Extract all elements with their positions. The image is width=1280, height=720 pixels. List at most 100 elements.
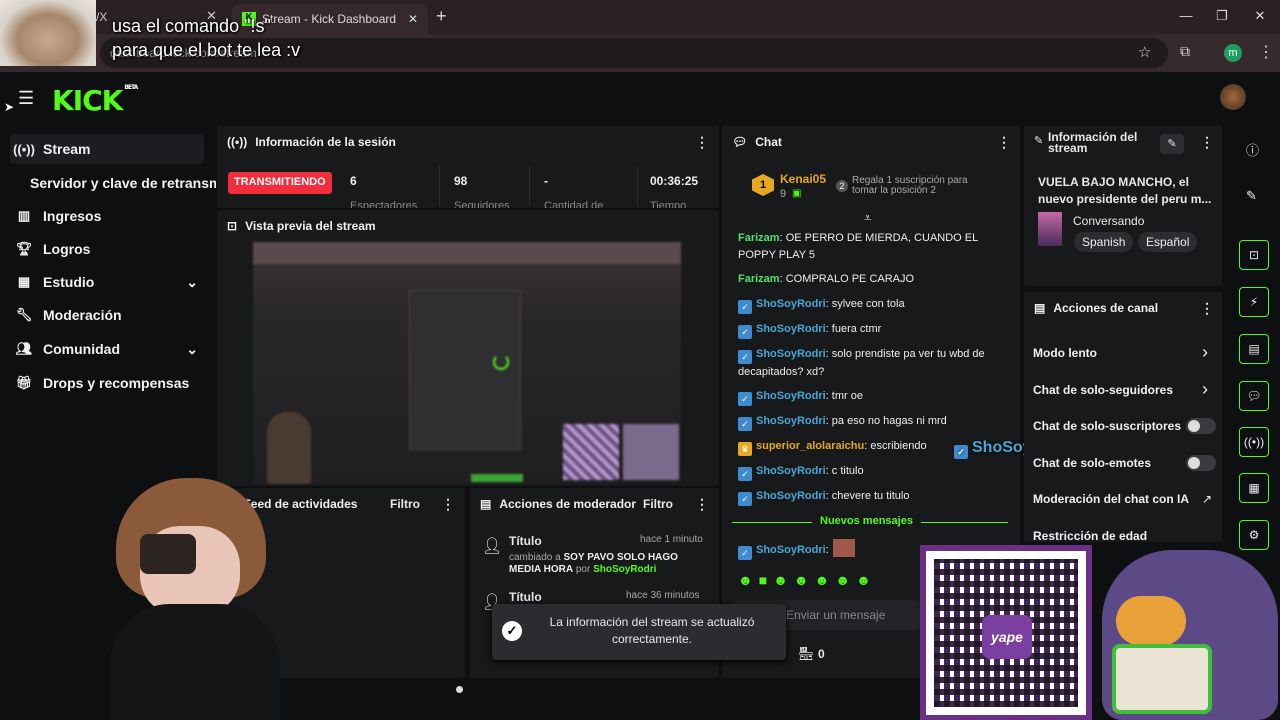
mascot-beak [1116, 596, 1186, 646]
bookmark-star-icon[interactable]: ☆ [1138, 43, 1151, 61]
desc-user[interactable]: ShoSoyRodri [593, 564, 656, 575]
preview-icon: ⊡ [1248, 248, 1260, 262]
followers-only-item[interactable]: Chat de solo-seguidores [1033, 383, 1173, 397]
maximize-icon[interactable]: ❐ [1212, 8, 1232, 24]
age-restriction-item[interactable]: Restricción de edad [1033, 529, 1147, 543]
rail-gear-button[interactable]: ⚙︎ [1239, 520, 1269, 550]
chevron-right-icon[interactable]: › [1202, 342, 1208, 363]
subs-only-item: Chat de solo-suscriptores [1033, 419, 1181, 433]
slow-mode-item[interactable]: Modo lento [1033, 346, 1097, 360]
chat-username[interactable]: ShoSoyRodri [756, 415, 826, 427]
success-toast: ✓ La información del stream se actualizó… [492, 604, 786, 660]
chat-message: ✓ ShoSoyRodri: sylvee con tola [738, 296, 1008, 314]
toast-line-1: La información del stream se actualizó [549, 615, 755, 629]
sidebar-item-stream[interactable]: ((•)) Stream [10, 134, 204, 164]
tag-pill[interactable]: Español [1138, 232, 1198, 252]
chat-username[interactable]: ShoSoyRodri [756, 544, 826, 556]
points-count: 0 [818, 647, 825, 661]
rail-preview-button[interactable]: ⊡ [1239, 240, 1269, 270]
sidebar-item-logros[interactable]: 🏆︎ Logros [10, 234, 204, 264]
rail-stats-button[interactable]: ▦ [1239, 473, 1269, 503]
kick-logo[interactable]: KICK BETA [52, 84, 138, 117]
preview-video[interactable] [253, 242, 681, 484]
sidebar-item-ingresos[interactable]: ▥ Ingresos [10, 201, 204, 231]
vtuber-avatar [100, 478, 290, 720]
sidebar-item-estudio[interactable]: ▦ Estudio ⌄ [10, 267, 204, 297]
overlay-line-1: usa el comando "!s" [112, 16, 271, 36]
emotes-only-toggle[interactable] [1186, 455, 1216, 471]
desc-prefix: cambiado a [509, 552, 561, 563]
category-name[interactable]: Conversando [1073, 214, 1144, 228]
hamburger-menu-icon[interactable]: ☰ [18, 88, 34, 109]
verified-badge-icon: ✓ [954, 445, 968, 459]
divider [529, 166, 530, 206]
chat-username[interactable]: ShoSoyRodri [756, 348, 826, 360]
chat-message: ✓ ShoSoyRodri: tmr oe [738, 388, 1008, 406]
edit-stream-button[interactable]: ✎ [1160, 134, 1184, 154]
extensions-icon[interactable]: ⧉ [1180, 43, 1190, 60]
rail-list-button[interactable]: ▤ [1239, 334, 1269, 364]
more-options-icon[interactable]: ⋮ [1200, 300, 1214, 317]
chat-text: chevere tu titulo [831, 490, 910, 502]
info-icon[interactable]: ⓘ [1246, 140, 1259, 159]
close-tab-icon[interactable]: ✕ [408, 12, 418, 26]
logo-text: KICK [52, 84, 123, 117]
minimize-icon[interactable]: — [1176, 8, 1196, 23]
sidebar-item-moderacion[interactable]: 🔧︎ Moderación [10, 300, 204, 330]
chat-username[interactable]: ShoSoyRodri [756, 465, 826, 477]
chat-username[interactable]: superior_alolaraichu [756, 440, 864, 452]
user-avatar[interactable] [1220, 84, 1246, 110]
chat-header: 💬︎ Chat [732, 135, 782, 149]
loading-spinner-icon [493, 354, 509, 370]
preview-icon: ⊡ [227, 219, 238, 233]
chat-text: sylvee con tola [831, 298, 905, 310]
rail-lightning-button[interactable]: ⚡︎ [1239, 287, 1269, 317]
store-icon[interactable]: 🏪︎ [798, 646, 815, 662]
sub-label: Cantidad de [544, 200, 604, 208]
chevron-down-icon: ⌄ [186, 273, 198, 290]
external-link-icon[interactable]: ↗ [1202, 492, 1212, 506]
subs-only-toggle[interactable] [1186, 418, 1216, 434]
window-close-icon[interactable]: ✕ [1250, 8, 1270, 24]
profile-avatar[interactable]: m [1224, 44, 1242, 62]
sidebar-item-server-key[interactable]: Servidor y clave de retransm [30, 168, 216, 198]
collapse-icon[interactable]: ⩡ [864, 210, 871, 226]
more-options-icon[interactable]: ⋮ [997, 134, 1011, 151]
stream-preview-panel: ⊡ Vista previa del stream [217, 210, 719, 486]
ai-moderation-label: Moderación del chat con IA [1033, 492, 1190, 506]
viewer-label: Espectadores [350, 200, 418, 208]
sidebar-item-drops[interactable]: 🎁︎ Drops y recompensas [10, 368, 204, 398]
top-gifter-count: 9 [780, 188, 787, 200]
mascot-cup [1112, 644, 1212, 714]
chat-username[interactable]: Farizam [738, 232, 780, 244]
top-gifter-name[interactable]: Kenai05 [780, 172, 826, 186]
wrench-icon: 🔧︎ [15, 307, 33, 322]
activity-filter-button[interactable]: Filtro [390, 497, 420, 511]
sidebar-item-comunidad[interactable]: 👥︎ Comunidad ⌄ [10, 334, 204, 364]
chat-username[interactable]: ShoSoyRodri [756, 490, 826, 502]
browser-menu-icon[interactable]: ⋮ [1258, 42, 1274, 62]
toast-message: La información del stream se actualizó c… [532, 614, 772, 648]
chat-username[interactable]: ShoSoyRodri [756, 298, 826, 310]
more-options-icon[interactable]: ⋮ [695, 496, 709, 513]
rail-broadcast-button[interactable]: ((•)) [1239, 427, 1269, 457]
chat-message: Farizam: COMPRALO PE CARAJO [738, 271, 1008, 288]
chat-username[interactable]: ShoSoyRodri [756, 390, 826, 402]
ai-moderation-item[interactable]: Moderación del chat con IA [1033, 492, 1189, 506]
new-tab-icon[interactable]: + [436, 6, 447, 27]
mod-filter-button[interactable]: Filtro [643, 497, 673, 511]
emote-row[interactable]: ☻■☻☻☻☻☻ [738, 572, 918, 592]
more-options-icon[interactable]: ⋮ [441, 496, 455, 513]
chevron-right-icon[interactable]: › [1202, 379, 1208, 400]
chevron-down-icon: ⌄ [186, 340, 198, 357]
sidebar-item-label: Stream [43, 141, 91, 157]
mod-actions-header: ▤ Acciones de moderador [480, 497, 636, 511]
rail-chat-button[interactable]: 💬︎ [1239, 381, 1269, 411]
tag-pill[interactable]: Spanish [1074, 232, 1134, 252]
chat-username[interactable]: Farizam [738, 273, 780, 285]
edit-pencil-icon[interactable]: ✎ [1246, 188, 1257, 204]
more-options-icon[interactable]: ⋮ [695, 134, 709, 151]
chat-username[interactable]: ShoSoyRodri [756, 323, 826, 335]
more-options-icon[interactable]: ⋮ [1200, 134, 1214, 151]
hamster-webcam-overlay [0, 0, 96, 66]
